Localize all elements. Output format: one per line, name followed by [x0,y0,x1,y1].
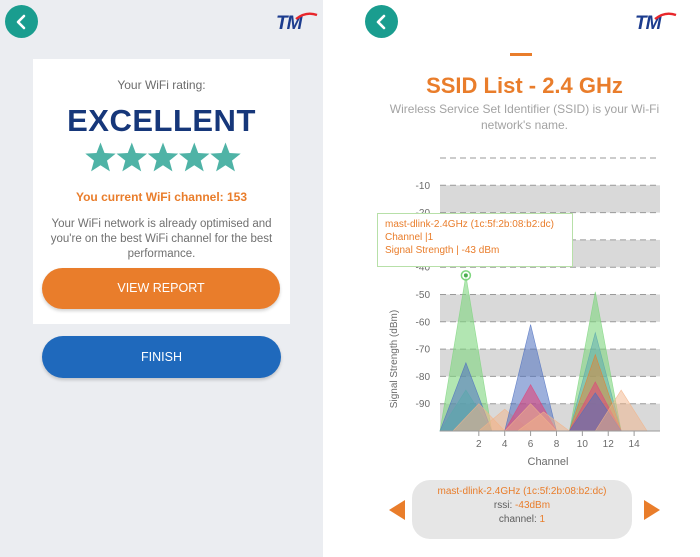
view-report-button[interactable]: VIEW REPORT [42,268,280,309]
star-icon [116,142,147,172]
page-title: SSID List - 2.4 GHz [426,73,623,98]
signal-tooltip: mast-dlink-2.4GHz (1c:5f:2b:08:b2:dc) Ch… [377,213,573,267]
x-tick-label: 4 [502,439,508,450]
x-tick-label: 14 [629,439,641,450]
y-tick-label: -50 [416,290,431,301]
tm-logo: TM [276,12,318,34]
signal-strength-chart[interactable]: -10-20-30-40-50-60-70-80-902468101214 Si… [363,155,686,475]
navigator-channel: channel: 1 [498,514,546,525]
y-tick-label: -90 [416,399,431,410]
y-tick-label: -60 [416,317,431,328]
next-ssid-arrow-icon[interactable] [644,500,660,520]
x-axis-title: Channel [528,456,569,468]
back-button[interactable] [5,5,38,38]
chevron-left-icon [376,14,385,29]
navigator-rssi: rssi: -43dBm [493,500,551,511]
grid-band [440,185,660,213]
prev-ssid-arrow-icon[interactable] [389,500,405,520]
rating-value: EXCELLENT [67,103,256,138]
tm-swoosh-icon [295,12,318,20]
star-icon [179,142,210,172]
tm-logo: TM [635,12,677,34]
y-tick-label: -70 [416,345,431,356]
star-rating [85,142,241,172]
rating-card: Your WiFi rating: EXCELLENT You current … [33,59,290,324]
selected-point-dot [463,273,468,278]
x-tick-label: 6 [528,439,534,450]
x-tick-label: 10 [577,439,589,450]
ssid-navigator: mast-dlink-2.4GHz (1c:5f:2b:08:b2:dc) rs… [412,480,632,539]
wifi-rating-screen: TM Your WiFi rating: EXCELLENT You curre… [0,0,323,557]
tooltip-ssid: mast-dlink-2.4GHz (1c:5f:2b:08:b2:dc) [385,219,554,230]
current-channel-text: You current WiFi channel: 153 [75,190,248,204]
optimised-description: Your WiFi network is already optimised a… [50,218,273,260]
x-tick-label: 12 [603,439,615,450]
navigator-ssid: mast-dlink-2.4GHz (1c:5f:2b:08:b2:dc) [437,486,607,497]
back-button[interactable] [365,5,398,38]
ssid-list-screen: TM SSID List - 2.4 GHz Wireless Service … [363,0,686,557]
rating-label: Your WiFi rating: [117,78,206,92]
star-icon [210,142,241,172]
tooltip-channel: Channel |1 [385,232,434,243]
drag-handle [510,53,532,56]
tooltip-signal: Signal Strength | -43 dBm [385,245,500,256]
x-tick-label: 2 [476,439,482,450]
page-subtitle: Wireless Service Set Identifier (SSID) i… [389,102,660,132]
y-tick-label: -80 [416,372,431,383]
star-icon [85,142,116,172]
finish-button[interactable]: FINISH [42,336,281,378]
y-axis-title: Signal Strength (dBm) [389,310,400,408]
chevron-left-icon [16,14,25,29]
x-tick-label: 8 [554,439,560,450]
star-icon [147,142,179,172]
tm-swoosh-icon [654,12,677,20]
y-tick-label: -10 [416,181,431,192]
